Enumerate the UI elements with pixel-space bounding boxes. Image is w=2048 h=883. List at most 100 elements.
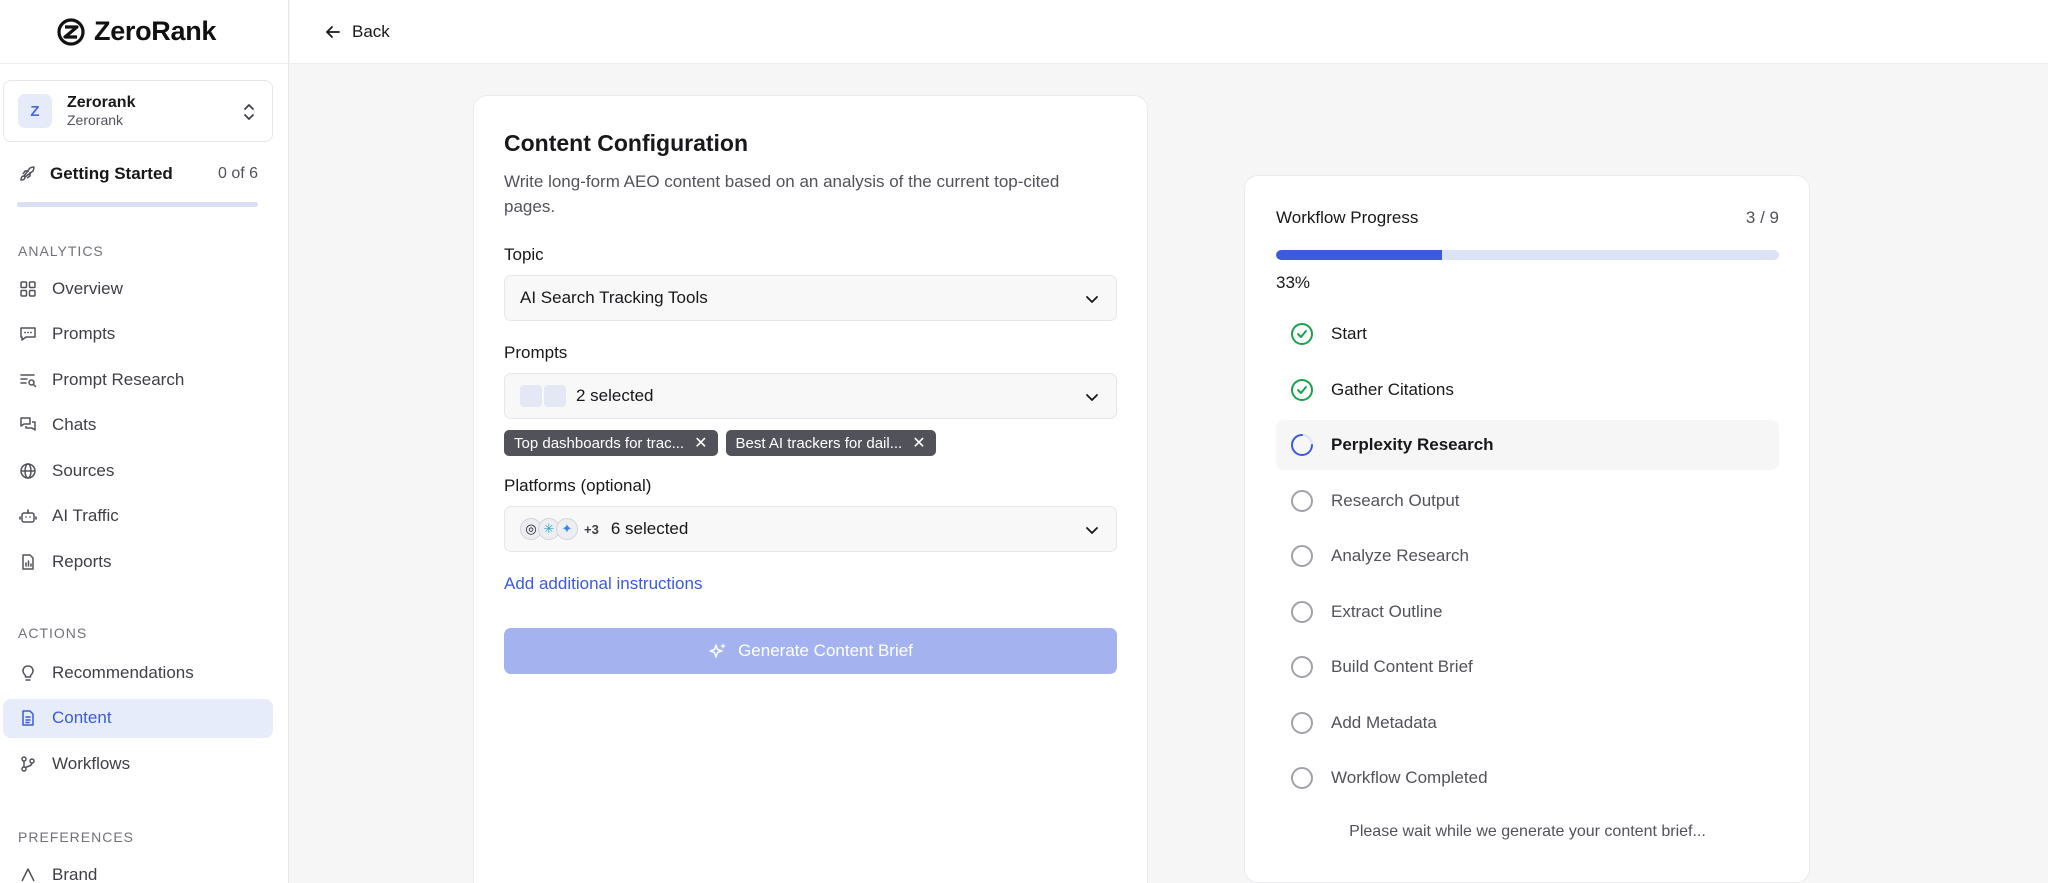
sidebar-item-label: Chats xyxy=(52,415,97,434)
empty-circle-icon xyxy=(1291,767,1313,789)
workflow-step: Add Metadata xyxy=(1276,698,1779,748)
sidebar-item-label: Brand xyxy=(52,864,98,883)
page-title: Content Configuration xyxy=(504,130,749,156)
sidebar-item-prompt-research[interactable]: Prompt Research xyxy=(3,360,273,399)
preferences-section-label: PREFERENCES xyxy=(18,829,135,845)
sidebar-item-reports[interactable]: Reports xyxy=(3,542,273,581)
generate-content-brief-button[interactable]: Generate Content Brief xyxy=(504,628,1117,674)
close-icon[interactable]: ✕ xyxy=(694,433,707,453)
prompts-label: Prompts xyxy=(504,343,568,362)
prompt-chip[interactable]: Top dashboards for trac... ✕ xyxy=(504,430,718,456)
getting-started[interactable]: Getting Started 0 of 6 xyxy=(0,162,288,186)
workflow-step-label: Extract Outline xyxy=(1331,601,1443,621)
sidebar-item-label: Prompts xyxy=(52,324,116,343)
workflow-progress-title: Workflow Progress xyxy=(1276,208,1419,227)
workspace-switcher[interactable]: Z Zerorank Zerorank xyxy=(3,80,273,142)
close-icon[interactable]: ✕ xyxy=(912,433,925,453)
chevron-down-icon xyxy=(1086,296,1098,303)
workflow-progress-bar xyxy=(1276,250,1779,260)
workflow-step-label: Analyze Research xyxy=(1331,546,1469,565)
prompt-chips: Top dashboards for trac... ✕ Best AI tra… xyxy=(504,430,1117,456)
zerorank-logo-icon xyxy=(57,17,85,46)
sidebar-item-recommendations[interactable]: Recommendations xyxy=(3,653,273,692)
empty-circle-icon xyxy=(1291,711,1313,734)
sidebar-item-label: AI Traffic xyxy=(52,506,119,525)
arrow-left-icon xyxy=(326,25,340,38)
workspace-subtitle: Zerorank xyxy=(67,112,124,129)
prompt-chip-label: Top dashboards for trac... xyxy=(514,434,685,452)
workflow-step: Perplexity Research xyxy=(1276,420,1779,470)
brand-icon xyxy=(18,865,38,883)
workflow-progress-percent: 33% xyxy=(1276,273,1311,292)
check-circle-icon xyxy=(1291,378,1313,401)
getting-started-label: Getting Started xyxy=(50,164,173,183)
empty-circle-icon xyxy=(1291,489,1313,512)
globe-icon xyxy=(18,461,38,481)
getting-started-count: 0 of 6 xyxy=(217,165,258,182)
analytics-section-label: ANALYTICS xyxy=(18,243,104,259)
sidebar-item-chats[interactable]: Chats xyxy=(3,406,273,445)
add-instructions-link[interactable]: Add additional instructions xyxy=(504,574,1117,594)
wait-message: Please wait while we generate your conte… xyxy=(1349,823,1706,840)
chevron-up-down-icon xyxy=(244,104,254,120)
prompt-placeholder-icon xyxy=(544,385,566,407)
workflow-step-label: Gather Citations xyxy=(1331,379,1454,399)
grid-icon xyxy=(18,279,38,299)
actions-section-label: ACTIONS xyxy=(18,625,88,641)
prompts-value: 2 selected xyxy=(576,386,654,405)
workflow-step-label: Workflow Completed xyxy=(1331,768,1488,787)
bot-icon xyxy=(18,506,38,526)
workflow-step-label: Add Metadata xyxy=(1331,712,1437,732)
prompt-chip-label: Best AI trackers for dail... xyxy=(735,434,903,452)
prompts-select[interactable]: 2 selected xyxy=(504,373,1117,419)
prompt-chip[interactable]: Best AI trackers for dail... ✕ xyxy=(725,430,936,456)
list-search-icon xyxy=(18,370,38,390)
back-button[interactable]: Back xyxy=(324,22,390,42)
sidebar-item-prompts[interactable]: Prompts xyxy=(3,315,273,354)
sidebar-item-overview[interactable]: Overview xyxy=(3,269,273,308)
topic-select[interactable]: AI Search Tracking Tools xyxy=(504,275,1117,321)
sidebar-item-label: Recommendations xyxy=(52,662,194,682)
workflow-step-label: Research Output xyxy=(1331,490,1460,510)
sidebar-item-ai-traffic[interactable]: AI Traffic xyxy=(3,497,273,536)
platforms-label: Platforms (optional) xyxy=(504,476,652,495)
prompt-placeholder-icon xyxy=(520,385,542,407)
back-label: Back xyxy=(352,21,390,41)
sidebar-item-brand[interactable]: Brand xyxy=(3,855,273,883)
workflow-step: Start xyxy=(1276,309,1779,359)
empty-circle-icon xyxy=(1291,600,1313,623)
workflow-step: Workflow Completed xyxy=(1276,753,1779,803)
rocket-icon xyxy=(20,166,35,181)
check-circle-icon xyxy=(1291,323,1313,345)
content-configuration-card: Content Configuration Write long-form AE… xyxy=(473,95,1148,883)
sidebar: ZeroRank Z Zerorank Zerorank Getting Sta… xyxy=(0,0,289,883)
chats-icon xyxy=(18,415,38,435)
top-bar: Back xyxy=(290,0,2048,64)
config-description: Write long-form AEO content based on an … xyxy=(504,172,1060,216)
brand-name: ZeroRank xyxy=(94,16,217,46)
brand-logo[interactable]: ZeroRank xyxy=(0,0,288,64)
sidebar-item-workflows[interactable]: Workflows xyxy=(3,744,273,783)
workflow-step: Research Output xyxy=(1276,476,1779,526)
platforms-select[interactable]: ◎ ✳ ✦ +3 6 selected xyxy=(504,506,1117,552)
workflow-step: Gather Citations xyxy=(1276,365,1779,415)
sidebar-item-content[interactable]: Content xyxy=(3,698,273,738)
generate-label: Generate Content Brief xyxy=(738,641,913,660)
sidebar-item-sources[interactable]: Sources xyxy=(3,451,273,490)
platforms-more-count: +3 xyxy=(584,521,599,537)
workflow-step-count: 3 / 9 xyxy=(1745,208,1779,227)
workflow-progress-fill xyxy=(1276,250,1442,260)
workflow-step-label: Perplexity Research xyxy=(1331,435,1494,454)
sidebar-item-label: Reports xyxy=(52,551,112,571)
sidebar-item-label: Workflows xyxy=(52,753,131,773)
workflow-step: Analyze Research xyxy=(1276,531,1779,581)
workspace-name: Zerorank xyxy=(67,94,136,111)
getting-started-progress-bar xyxy=(17,202,258,207)
sidebar-item-label: Content xyxy=(52,708,112,727)
report-icon xyxy=(18,552,38,572)
topic-value: AI Search Tracking Tools xyxy=(520,288,708,307)
workflow-steps: Start Gather Citations Perplexity Resear… xyxy=(1276,309,1779,803)
sparkles-icon xyxy=(709,643,727,658)
chevron-down-icon xyxy=(1086,527,1098,534)
workflow-step: Build Content Brief xyxy=(1276,642,1779,692)
